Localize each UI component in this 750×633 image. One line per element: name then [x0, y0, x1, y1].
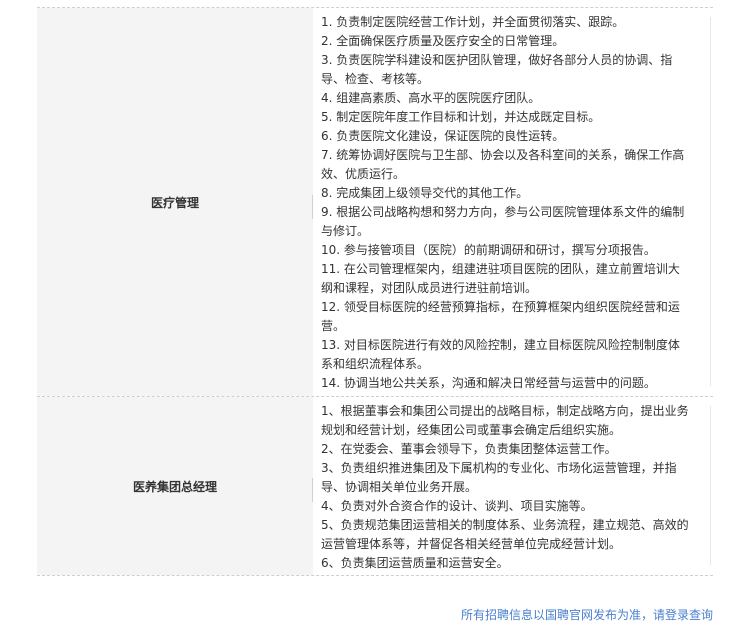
- duty-line: 8. 完成集团上级领导交代的其他工作。: [321, 186, 529, 200]
- duty-line: 与修订。: [321, 224, 370, 238]
- scroll-edge: [710, 406, 711, 565]
- duty-line: 1. 负责制定医院经营工作计划，并全面贯彻落实、跟踪。: [321, 15, 625, 29]
- row-title: 医养集团总经理: [132, 479, 217, 494]
- table-row-gm: 医养集团总经理 1、根据董事会和集团公司提出的战略目标，制定战略方向，提出业务规…: [37, 397, 713, 575]
- footer-notice-link[interactable]: 所有招聘信息以国聘官网发布为准，请登录查询: [461, 606, 713, 623]
- scroll-edge: [710, 17, 711, 386]
- duty-line: 纲和课程，对团队成员进行进驻前培训。: [321, 281, 538, 295]
- duty-line: 5. 制定医院年度工作目标和计划，并达成既定目标。: [321, 110, 601, 124]
- duty-line: 3. 负责医院学科建设和医护团队管理，做好各部分人员的协调、指: [321, 53, 673, 67]
- duty-line: 运营管理体系等，并督促各相关经营单位完成经营计划。: [321, 537, 622, 551]
- duty-line: 7. 统筹协调好医院与卫生部、协会以及各科室间的关系，确保工作高: [321, 148, 685, 162]
- duty-line: 导、检查、考核等。: [321, 72, 430, 86]
- table-divider-bottom: [37, 575, 713, 576]
- duty-line: 10. 参与接管项目（医院）的前期调研和研讨，撰写分项报告。: [321, 243, 656, 257]
- duty-line: 规划和经营计划，经集团公司或董事会确定后组织实施。: [321, 423, 622, 437]
- row-title-cell: 医养集团总经理: [37, 397, 313, 575]
- column-divider: [312, 195, 313, 219]
- duty-line: 1、根据董事会和集团公司提出的战略目标，制定战略方向，提出业务: [321, 404, 689, 418]
- duty-line: 2. 全面确保医疗质量及医疗安全的日常管理。: [321, 34, 565, 48]
- row-title: 医疗管理: [150, 195, 199, 210]
- column-divider: [312, 478, 313, 502]
- duty-line: 12. 领受目标医院的经营预算指标，在预算框架内组织医院经营和运: [321, 300, 680, 314]
- duty-line: 4. 组建高素质、高水平的医院医疗团队。: [321, 91, 541, 105]
- duty-line: 5、负责规范集团运营相关的制度体系、业务流程，建立规范、高效的: [321, 518, 689, 532]
- duty-line: 2、在党委会、董事会领导下，负责集团整体运营工作。: [321, 442, 617, 456]
- duty-line: 导、协调相关单位业务开展。: [321, 480, 478, 494]
- duty-line: 4、负责对外合资合作的设计、谈判、项目实施等。: [321, 499, 593, 513]
- duty-line: 系和组织流程体系。: [321, 357, 430, 371]
- duty-line: 6、负责集团运营质量和运营安全。: [321, 556, 509, 570]
- duty-line: 营。: [321, 319, 346, 333]
- duty-line: 6. 负责医院文化建设，保证医院的良性运转。: [321, 129, 565, 143]
- duty-line: 13. 对目标医院进行有效的风险控制，建立目标医院风险控制制度体: [321, 338, 680, 352]
- row-title-cell: 医疗管理: [37, 8, 313, 396]
- duty-line: 9. 根据公司战略构想和努力方向，参与公司医院管理体系文件的编制: [321, 205, 685, 219]
- duty-line: 3、负责组织推进集团及下属机构的专业化、市场化运营管理，并指: [321, 461, 677, 475]
- table-row-medical: 医疗管理 1. 负责制定医院经营工作计划，并全面贯彻落实、跟踪。 2. 全面确保医…: [37, 8, 713, 396]
- job-table: 医疗管理 1. 负责制定医院经营工作计划，并全面贯彻落实、跟踪。 2. 全面确保医…: [37, 0, 713, 576]
- duties-cell: 1. 负责制定医院经营工作计划，并全面贯彻落实、跟踪。 2. 全面确保医疗质量及医…: [313, 8, 713, 396]
- duties-cell: 1、根据董事会和集团公司提出的战略目标，制定战略方向，提出业务 规划和经营计划，经…: [313, 397, 713, 575]
- duty-line: 效、优质运行。: [321, 167, 406, 181]
- duty-line: 14. 协调当地公共关系，沟通和解决日常经营与运营中的问题。: [321, 376, 656, 390]
- duty-line: 11. 在公司管理框架内，组建进驻项目医院的团队，建立前置培训大: [321, 262, 680, 276]
